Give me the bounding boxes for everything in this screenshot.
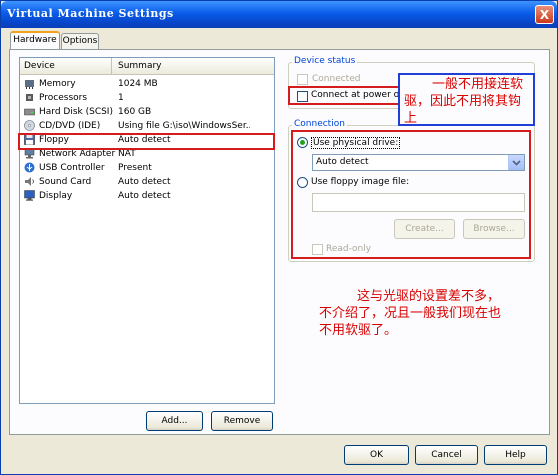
power-on-highlight-box: [288, 86, 403, 105]
device-row-sound-card[interactable]: Sound Card Auto detect: [20, 175, 274, 189]
device-row-hard-disk[interactable]: Hard Disk (SCSI) 160 GB: [20, 105, 274, 119]
annotation-box-power-on: 一般不用接连软驱，因此不用将其钩上: [398, 73, 535, 126]
sound-card-icon: [25, 177, 34, 186]
device-row-display[interactable]: Display Auto detect: [20, 189, 274, 203]
cd-dvd-icon: [24, 120, 35, 131]
device-row-processors[interactable]: Processors 1: [20, 91, 274, 105]
display-icon: [24, 190, 35, 201]
close-button[interactable]: X: [535, 5, 554, 24]
tab-hardware[interactable]: Hardware: [10, 31, 60, 49]
device-status-title: Device status: [292, 56, 358, 66]
column-header-device[interactable]: Device: [20, 58, 112, 75]
usb-icon: [24, 162, 35, 173]
device-row-memory[interactable]: Memory 1024 MB: [20, 77, 274, 91]
add-button[interactable]: Add...: [146, 411, 203, 431]
connection-highlight-box: [291, 130, 531, 259]
hard-disk-icon: [24, 108, 35, 116]
help-button[interactable]: Help: [484, 445, 547, 465]
vm-settings-window: Virtual Machine Settings X Hardware Opti…: [0, 0, 558, 475]
device-row-cd-dvd[interactable]: CD/DVD (IDE) Using file G:\iso\WindowsSe…: [20, 119, 274, 133]
tab-options[interactable]: Options: [61, 33, 99, 49]
window-title: Virtual Machine Settings: [7, 7, 174, 20]
connection-title: Connection: [292, 119, 347, 129]
annotation-note-power-on: 一般不用接连软驱，因此不用将其钩上: [404, 77, 524, 126]
connected-label: Connected: [312, 74, 361, 84]
cancel-button[interactable]: Cancel: [415, 445, 478, 465]
memory-icon: [25, 80, 34, 89]
title-bar[interactable]: Virtual Machine Settings X: [1, 1, 557, 28]
column-header-summary[interactable]: Summary: [112, 58, 274, 75]
floppy-highlight-box: [18, 133, 275, 150]
device-row-usb-controller[interactable]: USB Controller Present: [20, 161, 274, 175]
ok-button[interactable]: OK: [344, 445, 409, 465]
device-list[interactable]: Device Summary Memory 1024 MB Processors…: [19, 57, 275, 404]
remove-button[interactable]: Remove: [211, 411, 273, 431]
connected-checkbox[interactable]: [297, 74, 308, 85]
annotation-note-floppy: 这与光驱的设置差不多，不介绍了，况且一般我们现在也不用软驱了。: [319, 289, 502, 338]
processor-icon: [26, 94, 33, 101]
